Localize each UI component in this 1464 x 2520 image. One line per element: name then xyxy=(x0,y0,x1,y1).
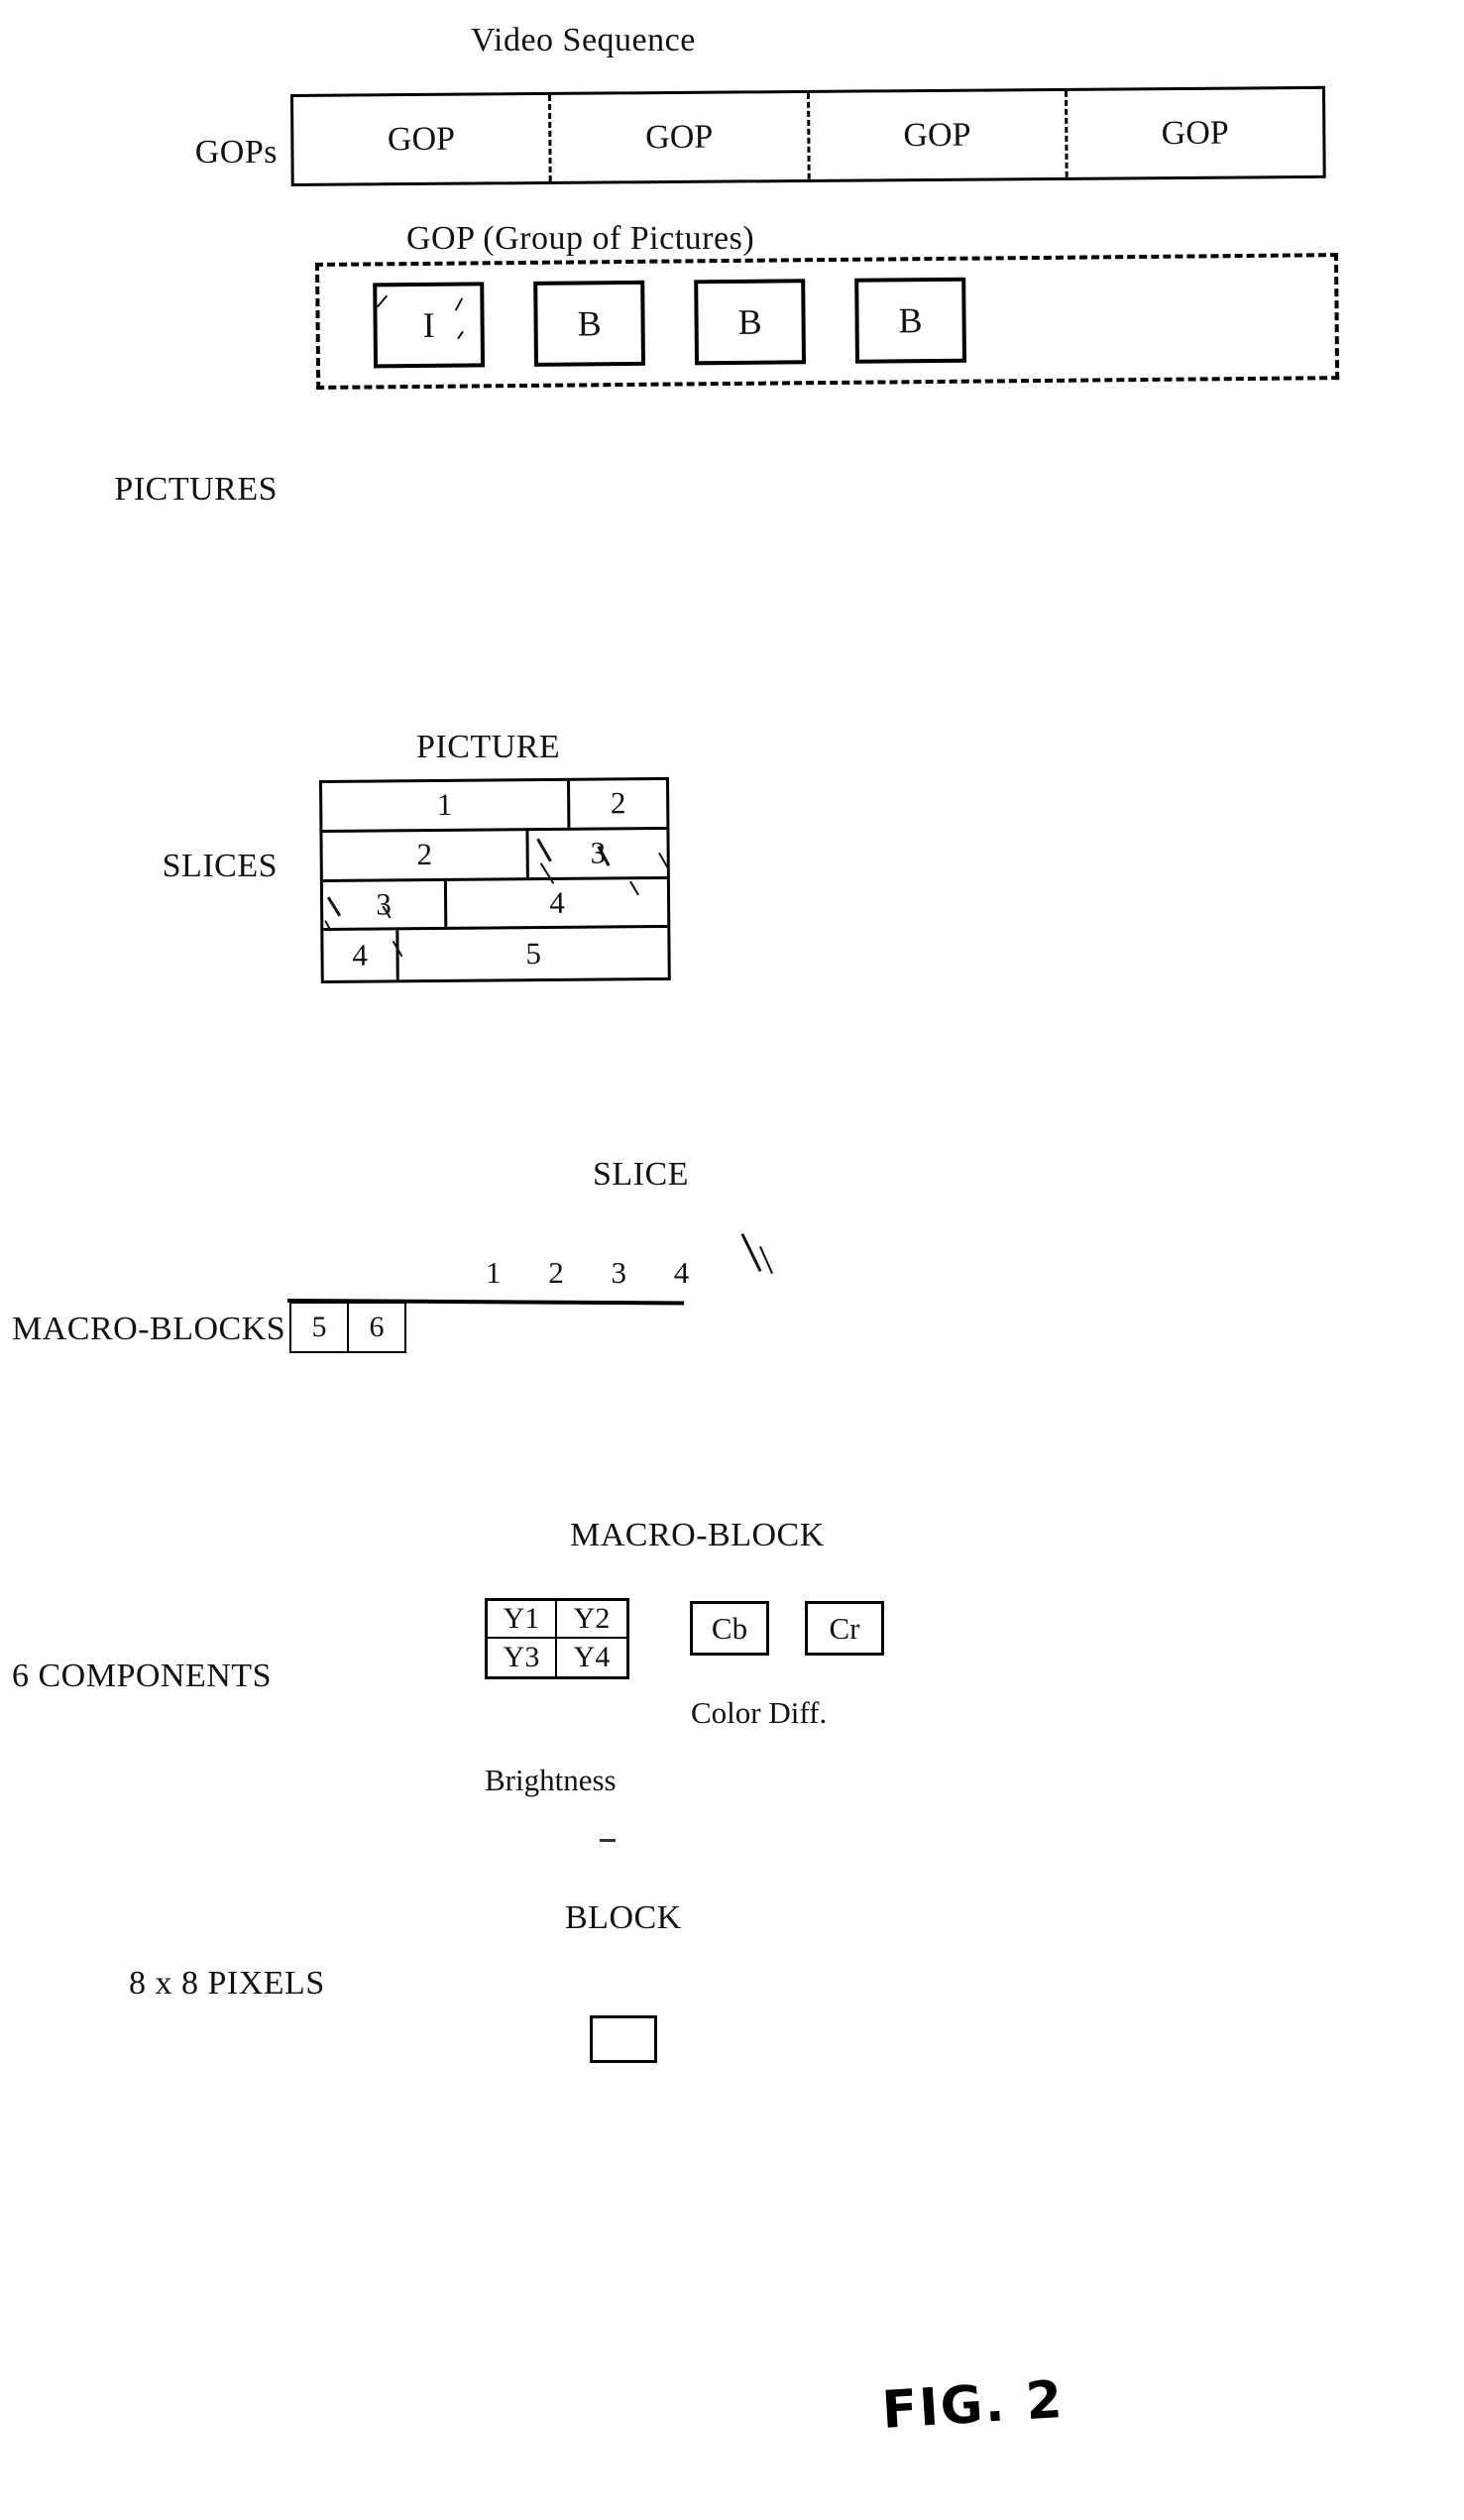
macro-block-pair: 5 6 xyxy=(289,1302,406,1353)
video-sequence-title: Video Sequence xyxy=(471,22,696,58)
figure-page: Video Sequence GOPs GOP GOP GOP GOP GOP … xyxy=(0,0,1464,2520)
scan-artifact-mark xyxy=(740,1232,762,1273)
slice-cell: 2 xyxy=(610,785,626,821)
luma-cell: Y2 xyxy=(557,1601,626,1639)
slice-cell: 2 xyxy=(322,830,530,879)
slice-cell: 4 xyxy=(323,930,400,980)
row-label-macro-blocks: MACRO-BLOCKS xyxy=(12,1311,286,1347)
gop-cell: GOP xyxy=(551,92,811,181)
gop-strip: GOP GOP GOP GOP xyxy=(290,85,1326,186)
slice-cell: 1 xyxy=(322,780,571,830)
picture-frame: B xyxy=(694,279,807,366)
figure-caption: FIG. 2 xyxy=(880,2369,1067,2441)
row-label-slices: SLICES xyxy=(162,848,278,884)
slice-cell: 5 xyxy=(525,936,542,972)
macro-blocks-row: 1 2 3 4 5 6 xyxy=(286,1255,961,1388)
scan-artifact-dash xyxy=(600,1839,616,1842)
macro-block-cell: 5 xyxy=(291,1304,349,1351)
row-label-6-components: 6 COMPONENTS xyxy=(12,1658,272,1694)
gop-pictures-container: I B B B xyxy=(315,253,1340,390)
picture-frame: I xyxy=(373,282,486,369)
slice-row: 1 2 xyxy=(322,779,667,833)
luma-block-grid: Y1 Y2 Y3 Y4 xyxy=(485,1598,629,1679)
slice-board: 1 2 2 3 3 4 4 5 xyxy=(319,776,671,983)
slice-title: SLICE xyxy=(593,1156,689,1193)
chroma-cb-block: Cb xyxy=(690,1601,769,1656)
block-title: BLOCK xyxy=(565,1899,682,1936)
luma-caption: Brightness xyxy=(485,1763,617,1797)
slice-cell: 3 xyxy=(590,835,607,870)
slice-row: 4 5 xyxy=(323,928,667,980)
luma-cell: Y3 xyxy=(488,1639,557,1676)
picture-frame: B xyxy=(533,280,646,367)
macro-block-title: MACRO-BLOCK xyxy=(570,1517,825,1553)
luma-cell: Y4 xyxy=(573,1641,611,1673)
macro-block-cell: 6 xyxy=(369,1311,385,1343)
slice-cell: 4 xyxy=(549,884,565,920)
gop-cell: GOP xyxy=(1161,114,1229,152)
slice-cell: 3 xyxy=(322,880,448,929)
gop-title: GOP (Group of Pictures) xyxy=(406,220,755,257)
slice-row: 3 4 xyxy=(322,878,668,932)
scan-artifact-mark xyxy=(758,1245,774,1275)
macro-block-number-labels: 1 2 3 4 xyxy=(486,1255,710,1290)
chroma-cr-block: Cr xyxy=(805,1601,884,1656)
picture-frame: B xyxy=(854,277,966,364)
gop-cell: GOP xyxy=(809,90,1069,179)
row-label-8x8-pixels: 8 x 8 PIXELS xyxy=(129,1965,325,2002)
luma-cell: Y1 xyxy=(488,1601,557,1639)
row-label-pictures: PICTURES xyxy=(114,471,278,508)
picture-title: PICTURE xyxy=(416,729,561,765)
block-square xyxy=(590,2015,657,2063)
row-label-gops: GOPs xyxy=(194,134,278,171)
chroma-caption: Color Diff. xyxy=(691,1695,828,1730)
slice-row: 2 3 xyxy=(322,829,667,882)
gop-cell: GOP xyxy=(293,94,552,183)
